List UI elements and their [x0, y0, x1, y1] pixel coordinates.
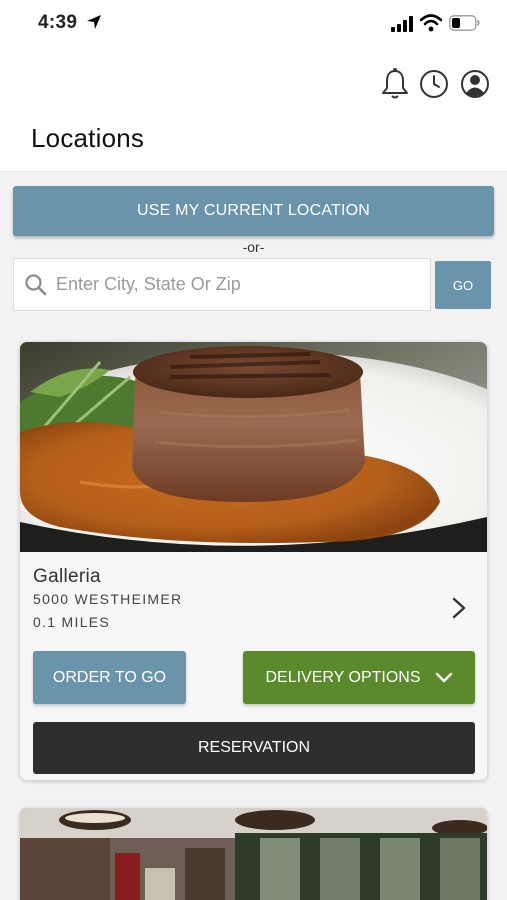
location-address: 5000 WESTHEIMER [33, 591, 183, 607]
order-to-go-button[interactable]: ORDER TO GO [33, 651, 186, 704]
location-card[interactable] [20, 808, 487, 900]
restaurant-interior-photo [20, 808, 487, 900]
reservation-button[interactable]: RESERVATION [33, 722, 475, 774]
page-title: Locations [31, 123, 145, 153]
chevron-right-icon[interactable] [451, 596, 467, 620]
location-arrow-icon [87, 15, 101, 29]
search-icon [25, 274, 47, 296]
location-search-input[interactable] [56, 259, 426, 310]
status-bar: 4:39 [0, 0, 507, 50]
delivery-options-button[interactable]: DELIVERY OPTIONS [243, 651, 475, 704]
location-card[interactable]: Galleria 5000 WESTHEIMER 0.1 MILES ORDER… [20, 342, 487, 780]
bell-icon[interactable] [380, 68, 410, 100]
battery-icon [449, 15, 480, 31]
account-icon[interactable] [460, 68, 490, 100]
delivery-options-label: DELIVERY OPTIONS [265, 668, 421, 686]
steak-photo [20, 342, 487, 552]
header: Locations [0, 50, 507, 172]
location-search-box [13, 258, 431, 311]
use-current-location-button[interactable]: USE MY CURRENT LOCATION [13, 186, 494, 236]
status-time: 4:39 [38, 12, 78, 33]
or-divider: -or- [242, 239, 265, 255]
location-distance: 0.1 MILES [33, 614, 111, 630]
go-button[interactable]: GO [435, 261, 491, 309]
cellular-signal-icon [391, 16, 413, 32]
location-name: Galleria [33, 566, 101, 587]
location-details: Galleria 5000 WESTHEIMER 0.1 MILES ORDER… [20, 552, 487, 780]
chevron-down-icon [435, 672, 452, 682]
wifi-icon [420, 14, 442, 32]
clock-icon[interactable] [419, 68, 449, 100]
